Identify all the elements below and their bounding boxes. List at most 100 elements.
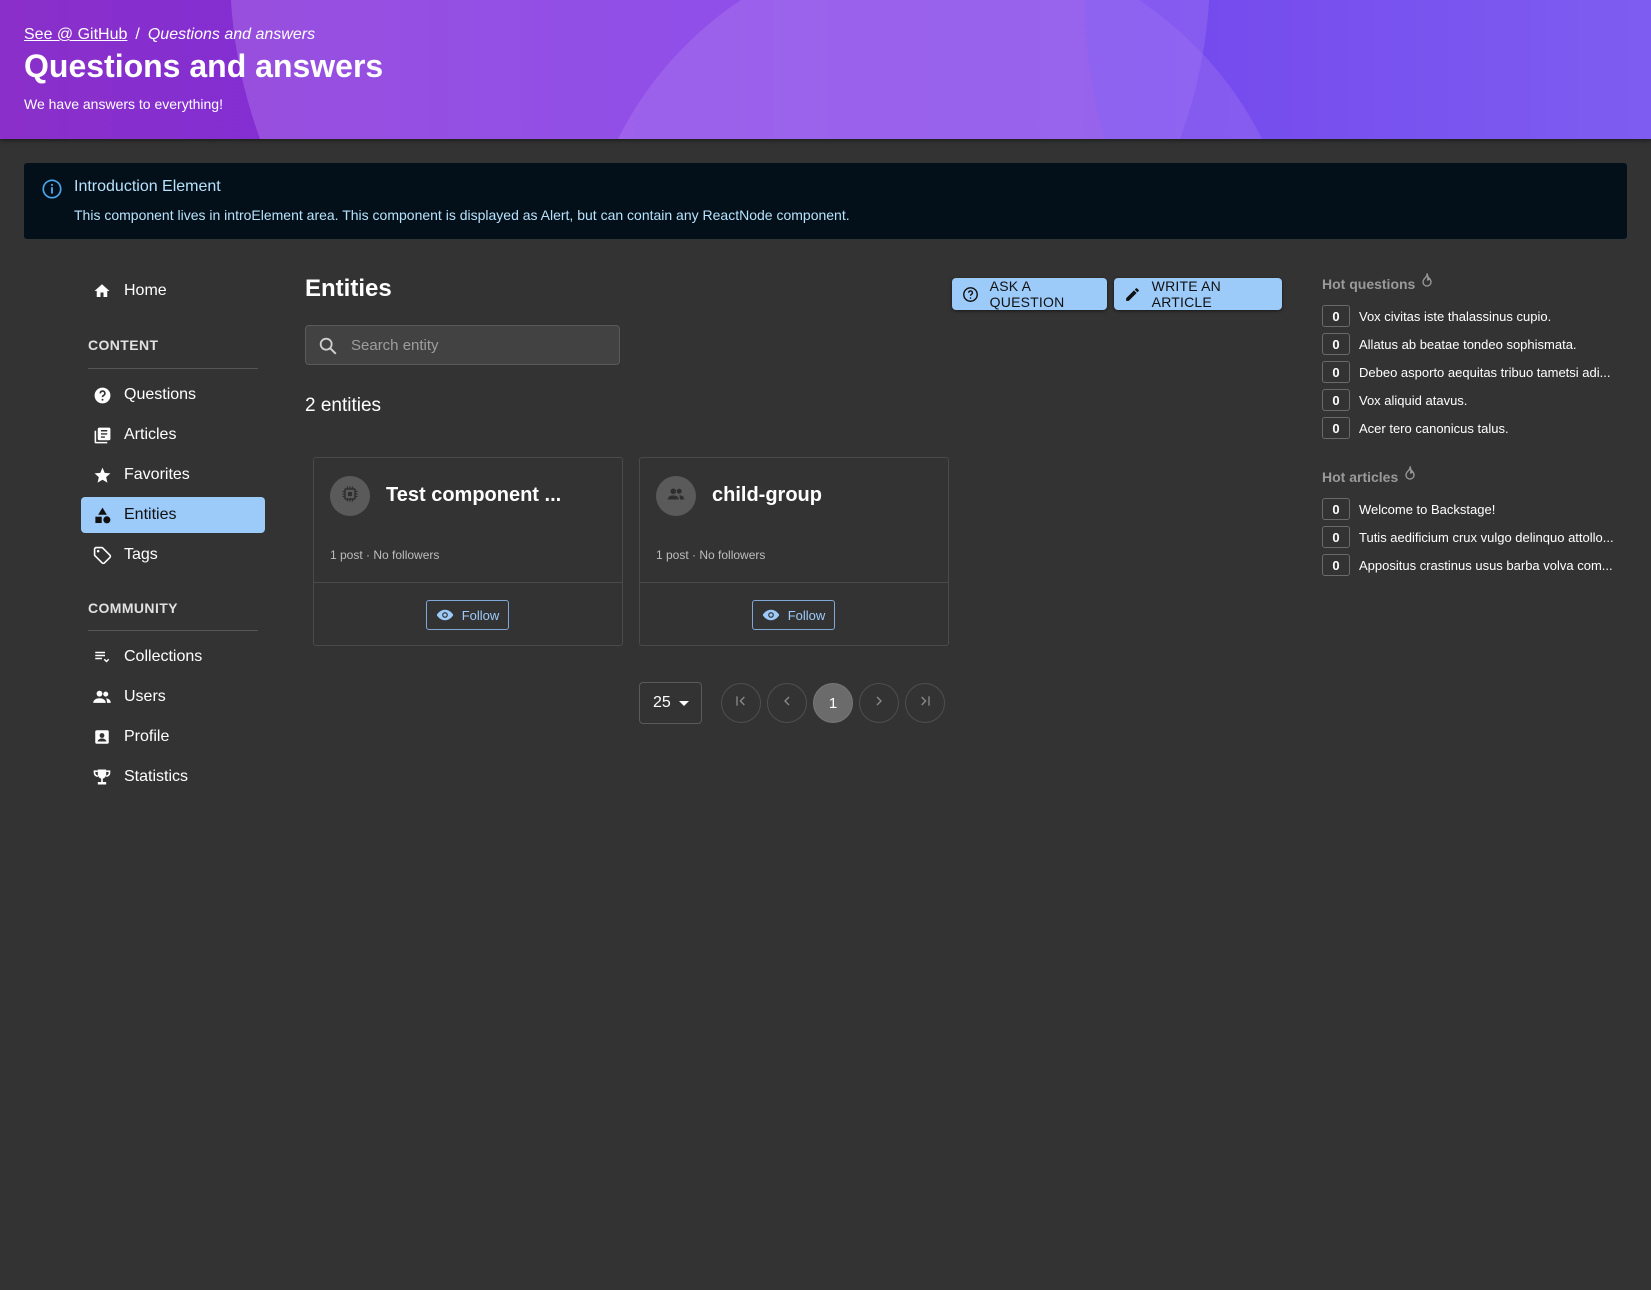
hot-articles-title: Hot articles: [1322, 466, 1418, 485]
flame-icon: [1398, 466, 1418, 485]
score-badge: 0: [1322, 305, 1350, 327]
hot-question-item[interactable]: 0 Allatus ab beatae tondeo sophismata.: [1322, 333, 1622, 355]
section-divider: [88, 368, 258, 369]
sidebar-item-articles[interactable]: Articles: [81, 417, 265, 453]
chevron-right-icon: [871, 693, 887, 714]
sidebar-item-entities[interactable]: Entities: [81, 497, 265, 533]
intro-alert: Introduction Element This component live…: [24, 163, 1627, 239]
sidebar-item-statistics[interactable]: Statistics: [81, 759, 265, 795]
hot-question-item[interactable]: 0 Acer tero canonicus talus.: [1322, 417, 1622, 439]
hot-question-link[interactable]: Vox aliquid atavus.: [1359, 393, 1617, 408]
breadcrumb-current: Questions and answers: [147, 26, 316, 43]
hot-question-link[interactable]: Vox civitas iste thalassinus cupio.: [1359, 309, 1617, 324]
breadcrumb-separator: /: [135, 26, 140, 43]
score-badge: 0: [1322, 498, 1350, 520]
score-badge: 0: [1322, 526, 1350, 548]
people-icon: [92, 687, 112, 707]
first-page-button[interactable]: [721, 683, 761, 723]
follow-button[interactable]: Follow: [426, 600, 509, 630]
hot-article-item[interactable]: 0 Appositus crastinus usus barba volva c…: [1322, 554, 1622, 576]
sidebar-item-label: Collections: [124, 648, 203, 665]
avatar: [330, 476, 370, 516]
hot-article-link[interactable]: Appositus crastinus usus barba volva com…: [1359, 558, 1617, 573]
hot-question-link[interactable]: Acer tero canonicus talus.: [1359, 421, 1617, 436]
section-heading-content: CONTENT: [88, 337, 159, 353]
alert-title: Introduction Element: [74, 178, 221, 195]
sidebar-item-profile[interactable]: Profile: [81, 719, 265, 755]
score-badge: 0: [1322, 554, 1350, 576]
page-number: 1: [828, 694, 838, 712]
rows-per-page-select[interactable]: 25: [639, 682, 702, 724]
entity-card[interactable]: child-group 1 post · No followers Follow: [639, 457, 949, 646]
sidebar-item-home[interactable]: Home: [81, 273, 265, 309]
hot-question-item[interactable]: 0 Vox aliquid atavus.: [1322, 389, 1622, 411]
follow-button[interactable]: Follow: [752, 600, 835, 630]
entity-name[interactable]: child-group: [712, 484, 822, 507]
sidebar-item-label: Statistics: [124, 768, 189, 785]
write-article-button[interactable]: WRITE AN ARTICLE: [1114, 278, 1282, 310]
help-outline-icon: [962, 285, 980, 303]
page-button-current[interactable]: 1: [813, 683, 853, 723]
ask-question-label: ASK A QUESTION: [989, 278, 1065, 310]
chip-icon: [340, 484, 360, 509]
hot-question-item[interactable]: 0 Debeo asporto aequitas tribuo tametsi …: [1322, 361, 1622, 383]
sidebar-item-questions[interactable]: Questions: [81, 377, 265, 413]
search-input[interactable]: [351, 334, 606, 356]
hot-question-link[interactable]: Allatus ab beatae tondeo sophismata.: [1359, 337, 1617, 352]
score-badge: 0: [1322, 389, 1350, 411]
sidebar-item-label: Entities: [124, 506, 177, 523]
hot-question-link[interactable]: Debeo asporto aequitas tribuo tametsi ad…: [1359, 365, 1617, 380]
follow-label: Follow: [787, 607, 826, 623]
help-circle-icon: [92, 385, 112, 405]
sidebar-item-label: Questions: [124, 386, 197, 403]
hot-article-link[interactable]: Welcome to Backstage!: [1359, 502, 1617, 517]
tag-icon: [92, 545, 112, 565]
entity-meta: 1 post · No followers: [656, 548, 766, 562]
pencil-icon: [1124, 285, 1142, 303]
hot-article-item[interactable]: 0 Welcome to Backstage!: [1322, 498, 1622, 520]
follow-label: Follow: [461, 607, 500, 623]
previous-page-button[interactable]: [767, 683, 807, 723]
flame-icon: [1415, 273, 1435, 292]
breadcrumb: See @ GitHub / Questions and answers: [24, 26, 315, 44]
sidebar-item-collections[interactable]: Collections: [81, 639, 265, 675]
sidebar-item-label: Favorites: [124, 466, 190, 483]
hot-article-item[interactable]: 0 Tutis aedificium crux vulgo delinquo a…: [1322, 526, 1622, 548]
eye-icon: [436, 606, 454, 624]
hot-questions-title: Hot questions: [1322, 273, 1435, 292]
first-page-icon: [733, 693, 749, 714]
entity-meta: 1 post · No followers: [330, 548, 440, 562]
search-icon: [317, 335, 339, 357]
score-badge: 0: [1322, 361, 1350, 383]
alert-text: This component lives in introElement are…: [74, 207, 850, 223]
star-icon: [92, 465, 112, 485]
avatar: [656, 476, 696, 516]
search-field[interactable]: [305, 325, 620, 365]
last-page-button[interactable]: [905, 683, 945, 723]
eye-icon: [762, 606, 780, 624]
trophy-icon: [92, 767, 112, 787]
hot-article-link[interactable]: Tutis aedificium crux vulgo delinquo att…: [1359, 530, 1617, 545]
entity-name[interactable]: Test component ...: [386, 484, 561, 507]
breadcrumb-github-link[interactable]: See @ GitHub: [24, 26, 127, 43]
chevron-down-icon: [678, 700, 689, 706]
card-divider: [640, 582, 948, 583]
hot-question-item[interactable]: 0 Vox civitas iste thalassinus cupio.: [1322, 305, 1622, 327]
sidebar-item-tags[interactable]: Tags: [81, 537, 265, 573]
sidebar-item-label: Profile: [124, 728, 170, 745]
sidebar-item-label: Users: [124, 688, 166, 705]
info-icon: [41, 178, 63, 200]
score-badge: 0: [1322, 417, 1350, 439]
main-title: Entities: [305, 275, 392, 302]
entity-card[interactable]: Test component ... 1 post · No followers…: [313, 457, 623, 646]
next-page-button[interactable]: [859, 683, 899, 723]
sidebar-item-label: Home: [124, 282, 167, 299]
sidebar-item-users[interactable]: Users: [81, 679, 265, 715]
card-divider: [314, 582, 622, 583]
group-icon: [665, 483, 687, 510]
sidebar-item-favorites[interactable]: Favorites: [81, 457, 265, 493]
account-box-icon: [92, 727, 112, 747]
ask-question-button[interactable]: ASK A QUESTION: [952, 278, 1107, 310]
entity-count: 2 entities: [305, 395, 382, 416]
hot-questions-label: Hot questions: [1322, 276, 1416, 292]
